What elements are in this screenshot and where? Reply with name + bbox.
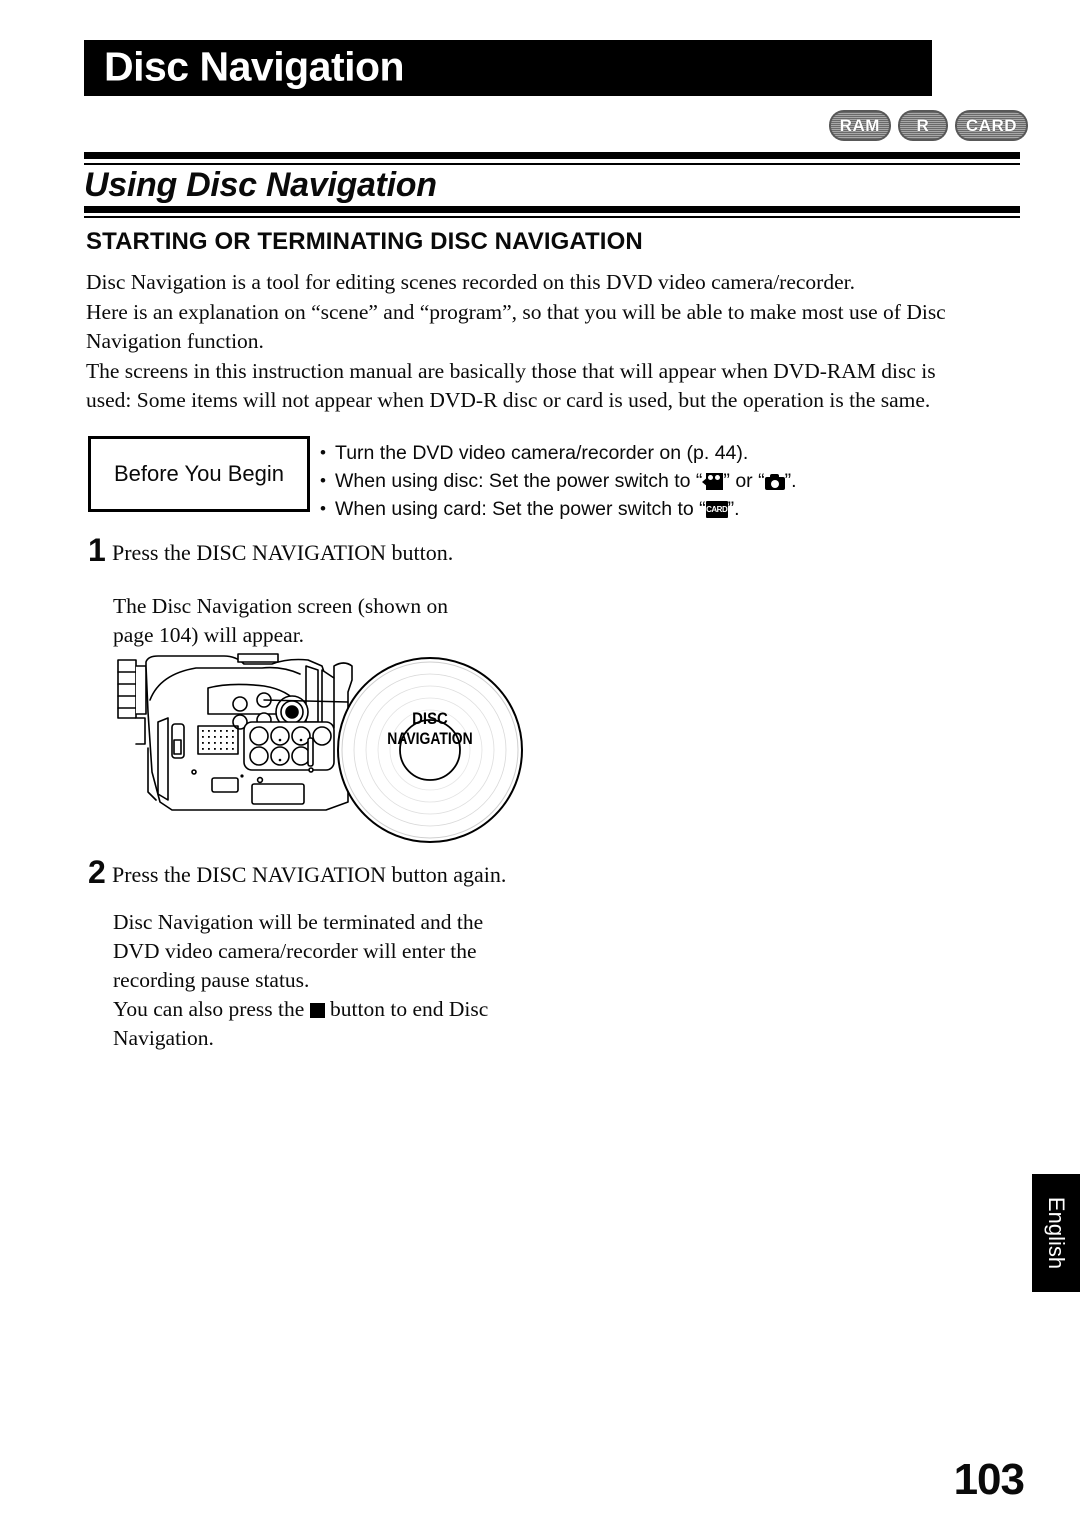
section-rule-top-thin	[84, 163, 1020, 165]
bullet-icon: •	[320, 471, 326, 490]
disc-label-line-2: NAVIGATION	[387, 730, 472, 749]
before-you-begin-item-2: • When using disc: Set the power switch t…	[320, 468, 1020, 494]
step-2-body: Disc Navigation will be terminated and t…	[113, 908, 583, 1053]
byb-item-3-prefix: When using card: Set the power switch to…	[335, 498, 706, 520]
movie-camera-icon	[702, 473, 724, 490]
step-1-body: The Disc Navigation screen (shown on pag…	[113, 592, 583, 650]
section-rule-bottom-thick	[84, 206, 1020, 213]
step-2-line-4-prefix: You can also press the	[113, 997, 310, 1021]
step-2-number: 2	[88, 854, 106, 890]
manual-page: Disc Navigation RAM R CARD Using Disc Na…	[0, 0, 1080, 1535]
page-number: 103	[953, 1455, 1025, 1504]
byb-item-2-middle: ” or “	[723, 470, 765, 492]
step-2-body-line-2: DVD video camera/recorder will enter the	[113, 939, 477, 963]
step-1-body-line-1: The Disc Navigation screen (shown on	[113, 594, 448, 618]
step-1-heading: Press the DISC NAVIGATION button.	[112, 540, 454, 565]
media-type-badges: RAM R CARD	[829, 110, 1028, 141]
section-title: Using Disc Navigation	[84, 166, 437, 204]
byb-item-3-suffix: ”.	[727, 498, 740, 520]
bullet-icon: •	[320, 443, 326, 462]
card-icon: CARD	[705, 501, 728, 518]
step-2-body-line-1: Disc Navigation will be terminated and t…	[113, 910, 484, 934]
before-you-begin-item-1: • Turn the DVD video camera/recorder on (…	[320, 440, 1020, 466]
step-2-line-4-suffix: button to end Disc	[324, 997, 489, 1021]
byb-item-2-prefix: When using disc: Set the power switch to…	[335, 470, 703, 492]
viewfinder-part	[117, 659, 147, 745]
step-1-body-line-2: page 104) will appear.	[113, 623, 305, 647]
still-camera-icon	[764, 474, 785, 490]
language-side-tab-label: English	[1044, 1196, 1069, 1270]
dvd-disc: DISC NAVIGATION	[337, 657, 523, 843]
intro-paragraph: Disc Navigation is a tool for editing sc…	[86, 268, 1016, 416]
stop-button-icon	[309, 1003, 325, 1018]
bullet-icon: •	[320, 499, 326, 518]
byb-item-2-suffix: ”.	[784, 470, 797, 492]
before-you-begin-label: Before You Begin	[113, 461, 285, 486]
sub-heading: STARTING OR TERMINATING DISC NAVIGATION	[86, 228, 643, 255]
chapter-title: Disc Navigation	[104, 43, 405, 90]
before-you-begin-list: • Turn the DVD video camera/recorder on (…	[320, 440, 1020, 524]
badge-card: CARD	[955, 110, 1028, 141]
step-2-body-line-5: Navigation.	[113, 1026, 214, 1050]
camcorder-illustration: DISC NAVIGATION	[112, 652, 532, 852]
step-2-body-line-3: recording pause status.	[113, 968, 310, 992]
language-side-tab: English	[1032, 1174, 1080, 1292]
step-1-number: 1	[88, 532, 106, 568]
badge-ram: RAM	[829, 110, 891, 141]
intro-line-1: Disc Navigation is a tool for editing sc…	[86, 270, 855, 294]
disc-label-line-1: DISC	[412, 710, 448, 728]
byb-item-1-text: Turn the DVD video camera/recorder on (p…	[335, 442, 749, 464]
badge-r: R	[898, 110, 948, 141]
section-rule-bottom-thin	[84, 216, 1020, 218]
section-rule-top-thick	[84, 152, 1020, 159]
chapter-header-bar: Disc Navigation	[84, 40, 932, 96]
intro-line-2: Here is an explanation on “scene” and “p…	[86, 299, 946, 324]
intro-line-4: The screens in this instruction manual a…	[86, 358, 936, 383]
before-you-begin-item-3: • When using card: Set the power switch t…	[320, 496, 1020, 522]
intro-line-3: Navigation function.	[86, 329, 264, 353]
before-you-begin-box: Before You Begin	[88, 436, 310, 512]
step-2-heading: Press the DISC NAVIGATION button again.	[112, 862, 507, 887]
intro-line-5: used: Some items will not appear when DV…	[86, 388, 931, 412]
step-2-body-line-4: You can also press the button to end Dis…	[113, 995, 583, 1024]
